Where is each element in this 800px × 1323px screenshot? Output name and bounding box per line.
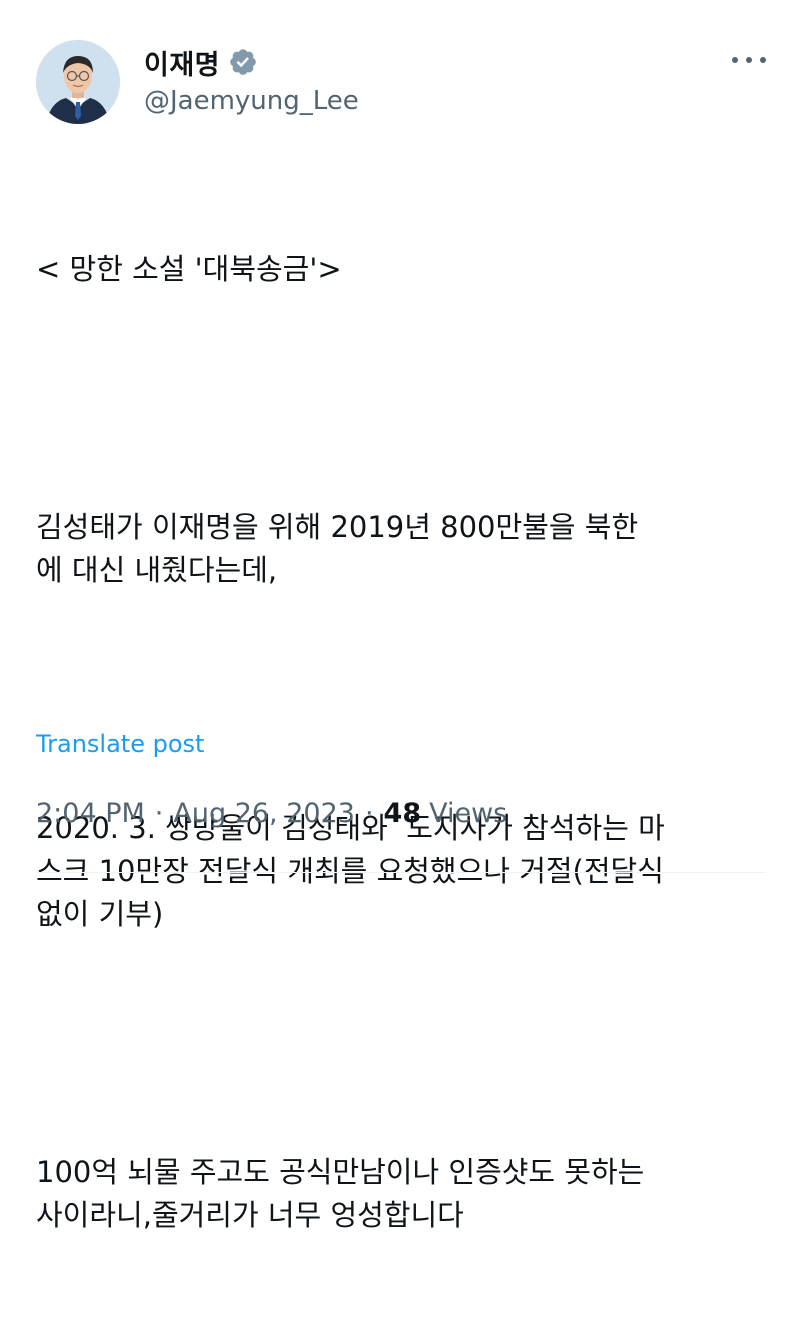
post-line: 김성태가 이재명을 위해 2019년 800만불을 북한 xyxy=(36,510,639,544)
post-line: 없이 기부) xyxy=(36,897,164,931)
post-time[interactable]: 2:04 PM xyxy=(36,798,145,829)
more-dot xyxy=(760,57,766,63)
author-handle[interactable]: @Jaemyung_Lee xyxy=(144,86,359,116)
post-date[interactable]: Aug 26, 2023 xyxy=(173,798,355,829)
display-name[interactable]: 이재명 xyxy=(144,43,220,82)
post-paragraph: 100억 뇌물 주고도 공식만남이나 인증샷도 못하는사이라니,줄거리가 너무 … xyxy=(36,1151,766,1237)
author-names: 이재명 @Jaemyung_Lee xyxy=(144,42,359,116)
translate-post-link[interactable]: Translate post xyxy=(36,730,204,758)
post-line: 스크 10만장 전달식 개최를 요청했으나 거절(전달식 xyxy=(36,854,664,888)
post-paragraph: < 망한 소설 '대북송금'> xyxy=(36,248,766,291)
verified-badge-icon[interactable] xyxy=(228,47,258,77)
avatar[interactable] xyxy=(36,40,120,124)
post-line: < 망한 소설 '대북송금'> xyxy=(36,252,342,286)
post-line: 사이라니,줄거리가 너무 엉성합니다 xyxy=(36,1198,464,1232)
post-meta: 2:04 PM · Aug 26, 2023 · 48 Views xyxy=(36,798,507,829)
display-name-row: 이재명 xyxy=(144,42,359,82)
post-header: 이재명 @Jaemyung_Lee xyxy=(36,40,766,124)
post-paragraph: 김성태가 이재명을 위해 2019년 800만불을 북한에 대신 내줬다는데, xyxy=(36,506,766,592)
meta-separator: · xyxy=(154,798,164,829)
post: 이재명 @Jaemyung_Lee < 망한 소설 '대북송금'> 김성태가 이… xyxy=(0,0,800,1232)
post-line: 100억 뇌물 주고도 공식만남이나 인증샷도 못하는 xyxy=(36,1155,645,1189)
more-dot xyxy=(732,57,738,63)
more-options-icon[interactable] xyxy=(732,50,766,70)
meta-separator: · xyxy=(364,798,374,829)
more-dot xyxy=(746,57,752,63)
post-line: 에 대신 내줬다는데, xyxy=(36,553,278,587)
views-label: Views xyxy=(429,798,508,829)
views-count: 48 xyxy=(383,798,422,829)
divider xyxy=(36,872,766,873)
